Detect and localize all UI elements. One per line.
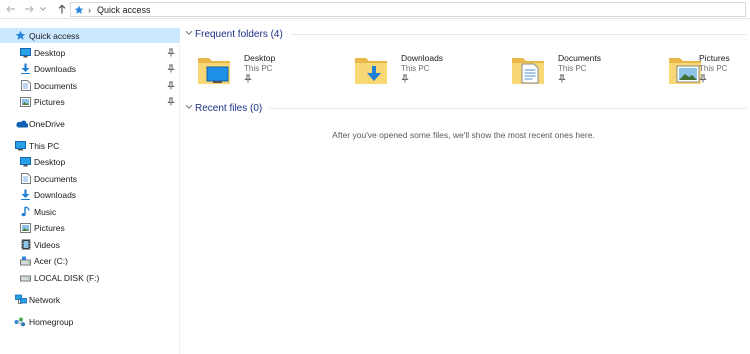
folder-location: This PC bbox=[401, 64, 430, 73]
group-divider bbox=[269, 107, 746, 109]
sidebar-item-drive-f[interactable]: LOCAL DISK (F:) bbox=[0, 270, 180, 285]
address-bar[interactable]: › Quick access bbox=[70, 2, 746, 17]
sidebar-item-label: LOCAL DISK (F:) bbox=[34, 272, 100, 283]
sidebar-item-label: Homegroup bbox=[29, 316, 74, 327]
music-icon bbox=[20, 206, 31, 217]
content-pane: Frequent folders (4) Desktop This PC Dow… bbox=[181, 27, 750, 354]
documents-folder-icon bbox=[512, 58, 544, 84]
star-icon bbox=[15, 30, 26, 41]
sidebar-item-quick-access[interactable]: Quick access bbox=[0, 28, 180, 43]
navigation-pane: Quick access Desktop Downloads Documents… bbox=[0, 27, 180, 354]
sidebar-item-label: This PC bbox=[29, 140, 60, 151]
folder-location: This PC bbox=[558, 64, 587, 73]
quick-access-star-icon bbox=[74, 5, 84, 14]
sidebar-item-label: OneDrive bbox=[29, 118, 65, 129]
folder-location: This PC bbox=[699, 64, 728, 73]
up-arrow-icon bbox=[58, 4, 66, 14]
folder-tile-documents[interactable]: Documents This PC bbox=[511, 51, 661, 91]
recent-locations-button[interactable] bbox=[38, 2, 48, 16]
sidebar-item-pc-videos[interactable]: Videos bbox=[0, 237, 180, 252]
this-pc-icon bbox=[15, 140, 26, 151]
downloads-folder-icon bbox=[355, 58, 387, 84]
pin-icon[interactable] bbox=[167, 64, 175, 73]
sidebar-item-pc-pictures[interactable]: Pictures bbox=[0, 220, 180, 235]
desktop-icon bbox=[20, 47, 31, 58]
forward-button[interactable] bbox=[22, 2, 36, 16]
pin-icon[interactable] bbox=[167, 48, 175, 57]
recent-files-header[interactable]: Recent files (0) bbox=[181, 101, 746, 115]
sidebar-item-homegroup[interactable]: Homegroup bbox=[0, 314, 180, 329]
sidebar-item-pc-downloads[interactable]: Downloads bbox=[0, 187, 180, 202]
homegroup-icon bbox=[14, 316, 27, 327]
pictures-folder-icon bbox=[669, 58, 701, 84]
sidebar-item-drive-c[interactable]: Acer (C:) bbox=[0, 253, 180, 268]
sidebar-item-label: Acer (C:) bbox=[34, 255, 68, 266]
sidebar-item-onedrive[interactable]: OneDrive bbox=[0, 116, 180, 131]
sidebar-item-label: Downloads bbox=[34, 189, 77, 200]
folder-name: Downloads bbox=[401, 53, 444, 63]
sidebar-item-label: Pictures bbox=[34, 96, 65, 107]
sidebar-item-label: Documents bbox=[34, 80, 77, 91]
sidebar-item-this-pc[interactable]: This PC bbox=[0, 138, 180, 153]
sidebar-item-label: Downloads bbox=[34, 63, 77, 74]
network-icon bbox=[15, 294, 27, 305]
group-divider bbox=[291, 33, 746, 35]
pin-icon bbox=[699, 74, 707, 83]
frequent-folders-header[interactable]: Frequent folders (4) bbox=[181, 27, 746, 41]
back-arrow-icon bbox=[6, 5, 15, 13]
drive-icon bbox=[20, 272, 31, 283]
pin-icon bbox=[401, 74, 409, 83]
chevron-down-icon bbox=[40, 7, 46, 11]
folder-name: Documents bbox=[558, 53, 601, 63]
sidebar-item-network[interactable]: Network bbox=[0, 292, 180, 307]
folder-name: Desktop bbox=[244, 53, 276, 63]
downloads-icon bbox=[20, 63, 31, 74]
folder-tile-desktop[interactable]: Desktop This PC bbox=[197, 51, 347, 91]
sidebar-item-pictures[interactable]: Pictures bbox=[0, 94, 180, 109]
drive-icon bbox=[20, 255, 31, 266]
sidebar-item-label: Pictures bbox=[34, 222, 65, 233]
desktop-folder-icon bbox=[198, 58, 230, 84]
pictures-icon bbox=[20, 222, 31, 233]
desktop-icon bbox=[20, 156, 31, 167]
sidebar-item-label: Network bbox=[29, 294, 61, 305]
folder-location: This PC bbox=[244, 64, 273, 73]
recent-files-title: Recent files (0) bbox=[195, 102, 263, 114]
folder-name: Pictures bbox=[699, 53, 730, 63]
sidebar-item-label: Desktop bbox=[34, 47, 66, 58]
sidebar-item-label: Quick access bbox=[29, 30, 80, 41]
sidebar-item-desktop[interactable]: Desktop bbox=[0, 45, 180, 60]
sidebar-item-label: Desktop bbox=[34, 156, 66, 167]
sidebar-item-downloads[interactable]: Downloads bbox=[0, 61, 180, 76]
documents-icon bbox=[20, 173, 31, 184]
pin-icon[interactable] bbox=[167, 81, 175, 90]
downloads-icon bbox=[20, 189, 31, 200]
back-button[interactable] bbox=[4, 2, 18, 16]
chevron-down-icon bbox=[185, 104, 193, 109]
breadcrumb-quick-access[interactable]: Quick access bbox=[97, 5, 151, 15]
sidebar-item-label: Videos bbox=[34, 239, 60, 250]
sidebar-item-label: Music bbox=[34, 206, 57, 217]
up-button[interactable] bbox=[55, 2, 69, 16]
sidebar-item-documents[interactable]: Documents bbox=[0, 78, 180, 93]
pin-icon bbox=[244, 74, 252, 83]
forward-arrow-icon bbox=[25, 5, 34, 13]
frequent-folders-title: Frequent folders (4) bbox=[195, 28, 283, 40]
recent-files-empty-message: After you've opened some files, we'll sh… bbox=[332, 130, 595, 140]
address-toolbar: › Quick access bbox=[0, 0, 750, 19]
sidebar-item-pc-desktop[interactable]: Desktop bbox=[0, 154, 180, 169]
pin-icon bbox=[558, 74, 566, 83]
folder-tile-pictures[interactable]: Pictures This PC bbox=[668, 51, 746, 91]
onedrive-icon bbox=[15, 118, 28, 129]
documents-icon bbox=[20, 80, 31, 91]
folder-tile-downloads[interactable]: Downloads This PC bbox=[354, 51, 504, 91]
sidebar-item-pc-documents[interactable]: Documents bbox=[0, 171, 180, 186]
sidebar-item-label: Documents bbox=[34, 173, 77, 184]
videos-icon bbox=[20, 239, 31, 250]
breadcrumb-separator: › bbox=[88, 4, 91, 15]
pictures-icon bbox=[20, 96, 31, 107]
sidebar-item-pc-music[interactable]: Music bbox=[0, 204, 180, 219]
pin-icon[interactable] bbox=[167, 97, 175, 106]
chevron-down-icon bbox=[185, 30, 193, 35]
